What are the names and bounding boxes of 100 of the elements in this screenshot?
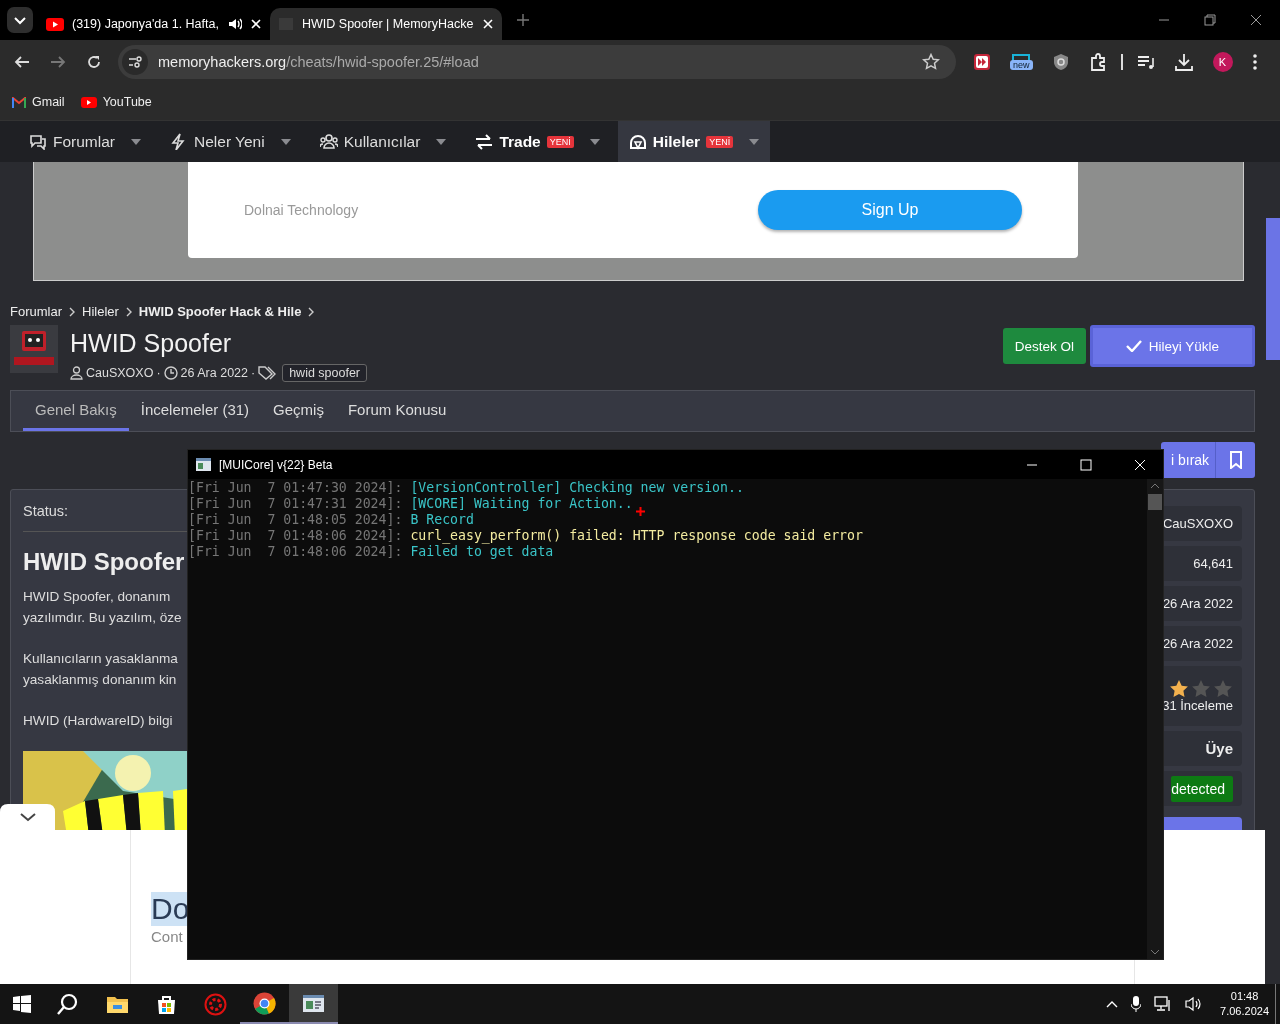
page-title: HWID Spoofer <box>70 329 233 358</box>
breadcrumb-link[interactable]: HWID Spoofer Hack & Hile <box>138 304 302 319</box>
spoofer-logo-icon <box>10 325 58 373</box>
forward-icon[interactable] <box>50 54 66 70</box>
users-icon <box>319 133 338 150</box>
chat-icon <box>29 133 47 150</box>
window-title: [MUICore] v{22} Beta <box>219 457 333 472</box>
search-icon <box>57 992 80 1016</box>
site-info-icon[interactable] <box>122 49 148 75</box>
log-message: [VersionController] Checking new version.. <box>410 480 744 495</box>
start-icon[interactable] <box>13 995 31 1013</box>
back-icon[interactable] <box>14 54 30 70</box>
star-icon <box>1191 679 1211 698</box>
paragraph-text: yasaklanmış donanım kin <box>23 671 178 689</box>
separator-dot: · <box>251 366 256 380</box>
star-icon <box>1169 679 1189 698</box>
playlist-icon[interactable] <box>1136 54 1155 70</box>
fast-forward-icon[interactable] <box>974 54 990 70</box>
log-timestamp: [Fri Jun 7 01:48:06 2024]: <box>188 544 403 559</box>
clock-icon <box>163 366 178 380</box>
puzzle-icon[interactable] <box>1088 53 1107 71</box>
scroll-down-icon[interactable] <box>1150 949 1160 955</box>
content-heading: HWID Spoofer <box>23 548 186 576</box>
log-message: [WCORE] Waiting for Action.. <box>410 496 633 511</box>
support-button[interactable]: Destek Ol <box>1002 328 1086 364</box>
check-icon <box>1125 340 1142 352</box>
chevron-icon <box>308 306 315 317</box>
log-message: B Record <box>410 512 474 527</box>
caret-icon <box>280 138 291 145</box>
tab-title: HWID Spoofer | MemoryHacke <box>302 17 474 31</box>
chevron-icon <box>69 306 75 317</box>
video-icon <box>46 17 64 31</box>
new-badge: YENİ <box>546 135 574 148</box>
author-link[interactable]: CauSXOXO <box>86 366 154 380</box>
new-badge: YENİ <box>706 135 734 148</box>
maximize-icon[interactable] <box>1080 458 1092 471</box>
gear-icon <box>204 992 227 1016</box>
content-tab[interactable]: Forum Konusu <box>335 391 459 431</box>
clock[interactable]: 01:48 7.06.2024 <box>1220 989 1269 1019</box>
caret-icon <box>589 138 600 145</box>
scrollbar-thumb[interactable] <box>1266 218 1280 360</box>
tag-chip[interactable]: hwid spoofer <box>282 364 368 382</box>
video-icon <box>80 96 97 108</box>
browser-icon <box>253 991 276 1015</box>
review-button[interactable]: i bırak <box>1161 442 1255 478</box>
speaker-icon[interactable] <box>1185 996 1204 1012</box>
microphone-icon[interactable] <box>1131 996 1142 1012</box>
nav-tab[interactable]: Hileler YENİ <box>617 121 771 162</box>
collapse-button[interactable] <box>0 804 55 830</box>
address-bar[interactable]: memoryhackers.org/cheats/hwid-spoofer.25/#load <box>118 45 956 79</box>
chevron-icon <box>125 306 132 317</box>
scrollbar-thumb[interactable] <box>1148 494 1162 510</box>
log-timestamp: [Fri Jun 7 01:47:31 2024]: <box>188 496 403 511</box>
network-icon[interactable] <box>1154 996 1173 1012</box>
log-message: curl_easy_perform() failed: HTTP response code said error <box>410 528 863 543</box>
bookmark[interactable]: Gmail <box>12 95 65 109</box>
install-button[interactable]: Hileyi Yükle <box>1090 325 1255 367</box>
content-tab[interactable]: Geçmiş <box>261 391 336 431</box>
menu-icon[interactable] <box>1252 54 1257 70</box>
chevron-up-icon[interactable] <box>1106 1000 1119 1008</box>
restore-icon[interactable] <box>1204 14 1216 26</box>
profile-avatar[interactable]: K <box>1212 52 1233 72</box>
browser-tab[interactable]: (319) Japonya'da 1. Hafta, <box>38 8 270 40</box>
post-date: 26 Ara 2022 <box>180 366 248 380</box>
swap-icon <box>475 133 494 150</box>
ad-title: Do <box>151 892 190 926</box>
reload-icon[interactable] <box>86 54 102 70</box>
nav-tab[interactable]: Kullanıcılar <box>308 121 458 162</box>
paragraph-text: HWID Spoofer, donanım <box>23 588 172 606</box>
paragraph-text: yazılımdır. Bu yazılım, öze <box>23 609 183 627</box>
tab-search-button[interactable] <box>7 7 33 33</box>
cursor-crosshair-icon <box>636 507 645 516</box>
taskbar-button[interactable] <box>289 984 338 1024</box>
info-value: CauSXOXO <box>1162 516 1233 531</box>
url-text: memoryhackers.org/cheats/hwid-spoofer.25/#load <box>158 54 479 70</box>
caret-icon <box>131 138 141 145</box>
terminal-window-icon <box>196 458 211 471</box>
nav-tab[interactable]: Trade YENİ <box>464 121 611 162</box>
paragraph-text: HWID (HardwareID) bilgi <box>23 712 174 730</box>
close-icon[interactable] <box>1250 14 1262 26</box>
log-timestamp: [Fri Jun 7 01:47:30 2024]: <box>188 480 403 495</box>
nav-tab[interactable]: Neler Yeni <box>159 121 302 162</box>
download-icon[interactable] <box>1174 53 1193 71</box>
separator-dot: · <box>156 366 161 380</box>
info-value: 26 Ara 2022 <box>1162 596 1233 611</box>
breadcrumb-link[interactable]: Hileler <box>82 304 119 319</box>
bookmark[interactable]: YouTube <box>80 95 152 109</box>
content-tab[interactable]: Genel Bakış <box>23 391 129 431</box>
log-timestamp: [Fri Jun 7 01:48:06 2024]: <box>188 528 403 543</box>
scroll-up-icon[interactable] <box>1150 483 1160 489</box>
tab-title: (319) Japonya'da 1. Hafta, <box>72 17 220 31</box>
new-tab-icon[interactable] <box>516 13 530 27</box>
shield-icon[interactable] <box>1052 53 1069 71</box>
nav-tab[interactable]: Forumlar <box>18 121 152 162</box>
helmet-icon <box>628 133 647 150</box>
content-tab[interactable]: İncelemeler (31) <box>128 391 262 431</box>
browser-tab[interactable]: HWID Spoofer | MemoryHacke <box>270 8 502 40</box>
log-timestamp: [Fri Jun 7 01:48:05 2024]: <box>188 512 403 527</box>
breadcrumb-link[interactable]: Forumlar <box>10 304 62 319</box>
star-icon[interactable] <box>922 53 940 71</box>
